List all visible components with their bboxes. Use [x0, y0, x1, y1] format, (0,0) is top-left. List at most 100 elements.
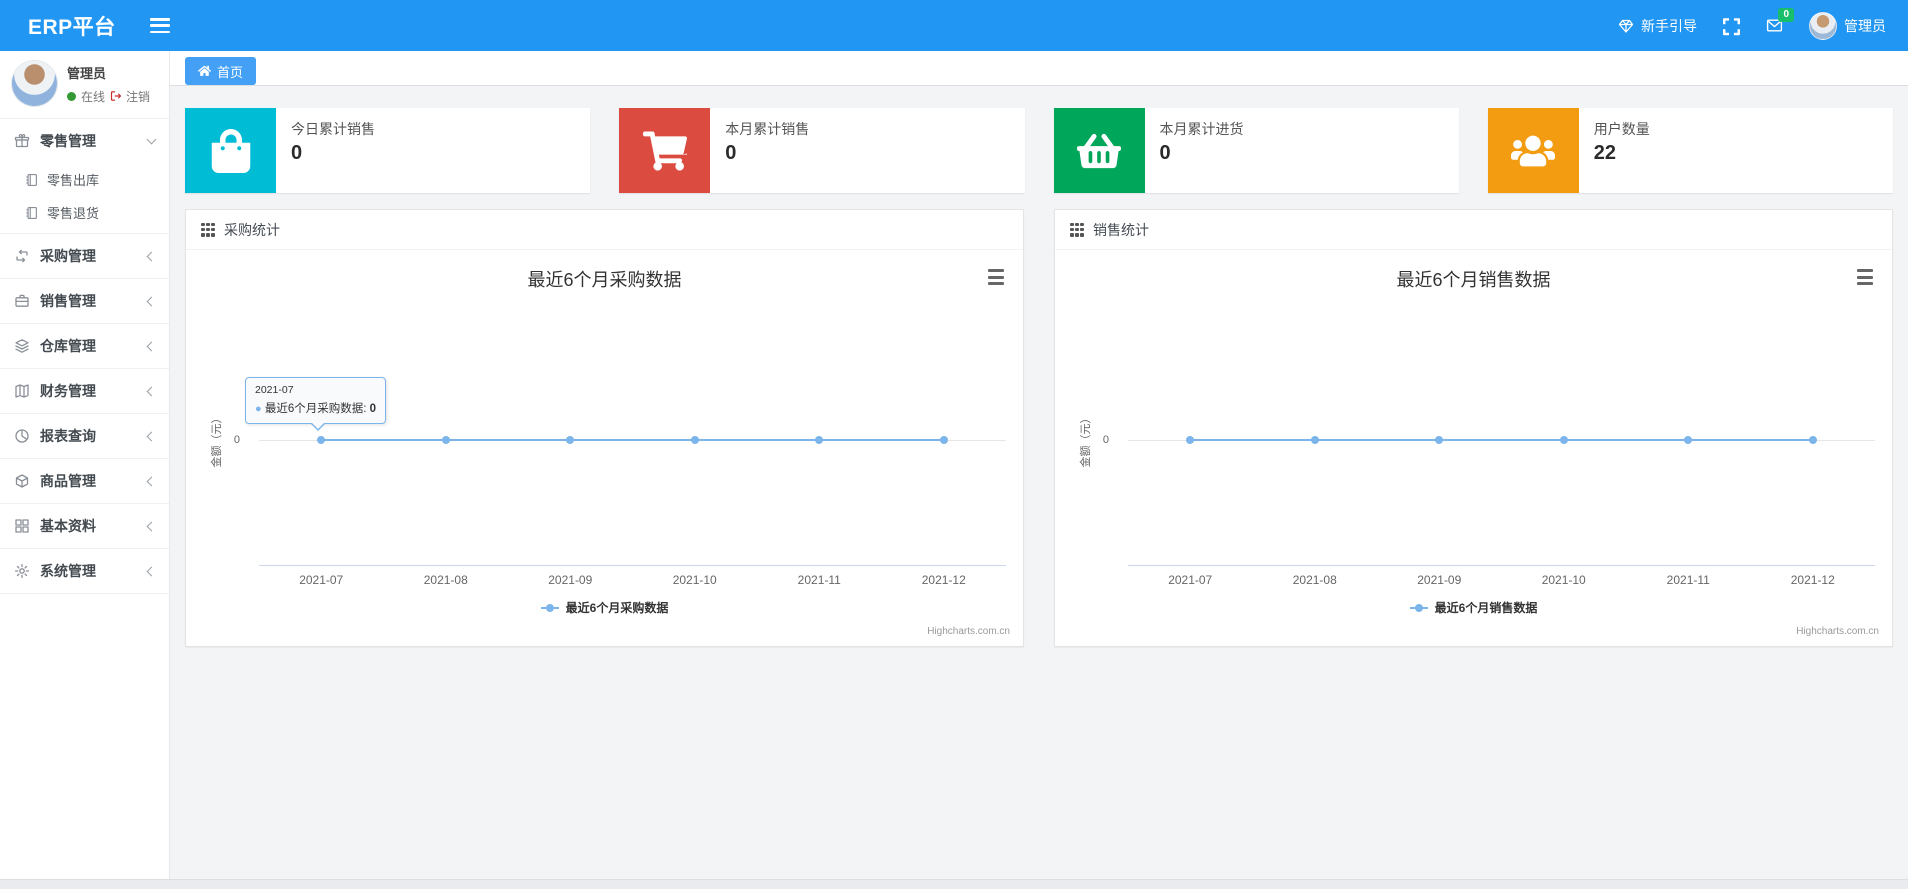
data-point[interactable]: [566, 436, 575, 444]
data-point[interactable]: [1435, 436, 1444, 444]
panel-title: 采购统计: [224, 221, 280, 238]
guide-button[interactable]: 新手引导: [1618, 16, 1697, 36]
chevron-left-icon: [146, 386, 157, 396]
highcharts-credits-link[interactable]: Highcharts.com.cn: [927, 626, 1010, 637]
journal-icon: [25, 173, 39, 187]
chart-panels-row: 采购统计 最近6个月采购数据 金额（元） 0 2021-07 2021-08 2…: [185, 209, 1893, 647]
logout-button[interactable]: 注销: [110, 88, 150, 105]
hamburger-icon[interactable]: [149, 18, 170, 33]
purchase-chart: 最近6个月采购数据 金额（元） 0 2021-07 2021-08 2021-0…: [186, 250, 1023, 646]
series-line: [1190, 439, 1813, 441]
sidebar-item-retail[interactable]: 零售管理: [0, 119, 169, 163]
sidebar-item-label: 仓库管理: [40, 338, 96, 354]
data-point[interactable]: [939, 436, 948, 444]
legend-item[interactable]: 最近6个月采购数据: [186, 599, 1023, 616]
legend-item[interactable]: 最近6个月销售数据: [1055, 599, 1892, 616]
chevron-left-icon: [146, 566, 157, 576]
chevron-left-icon: [146, 341, 157, 351]
stat-cards-row: 今日累计销售 0 本月累计销售 0 本月累计进货 0 用户数量 22: [185, 108, 1893, 193]
sidebar-item-finance[interactable]: 财务管理: [0, 369, 169, 413]
chevron-left-icon: [146, 521, 157, 531]
bag-icon: [185, 108, 276, 193]
data-point[interactable]: [815, 436, 824, 444]
series-dot-icon: ●: [255, 403, 262, 415]
x-axis-label: 2021-10: [1541, 573, 1586, 587]
sidebar-item-label: 基本资料: [40, 518, 96, 534]
box-icon: [14, 473, 30, 489]
main-area: 首页 今日累计销售 0 本月累计销售 0 本月累计进货 0 用户数量 22 采购…: [170, 51, 1908, 879]
th-grid-icon: [201, 222, 215, 237]
stat-card-value: 0: [1159, 142, 1171, 164]
stat-card-today-sales: 今日累计销售 0: [185, 108, 591, 193]
sidebar-item-purchase[interactable]: 采购管理: [0, 234, 169, 278]
stat-card-value: 0: [291, 142, 303, 164]
data-point[interactable]: [1559, 436, 1568, 444]
journal-icon: [25, 206, 39, 220]
mail-button[interactable]: 0: [1766, 8, 1794, 34]
data-point[interactable]: [1684, 436, 1693, 444]
tab-home-label: 首页: [217, 64, 244, 80]
purchase-stats-panel: 采购统计 最近6个月采购数据 金额（元） 0 2021-07 2021-08 2…: [185, 209, 1024, 647]
chevron-left-icon: [146, 431, 157, 441]
chevron-left-icon: [146, 296, 157, 306]
data-point[interactable]: [1310, 436, 1319, 444]
data-point[interactable]: [317, 436, 326, 444]
users-icon: [1487, 108, 1579, 193]
stat-card-month-purchase: 本月累计进货 0: [1053, 108, 1459, 193]
gear-icon: [14, 563, 30, 579]
x-axis-label: 2021-12: [921, 573, 966, 587]
data-point[interactable]: [1808, 436, 1817, 444]
x-axis-line: [1128, 565, 1875, 566]
briefcase-icon: [14, 293, 30, 309]
fullscreen-button[interactable]: [1723, 17, 1740, 36]
sidebar-item-goods[interactable]: 商品管理: [0, 459, 169, 503]
sidebar-item-retail-outbound[interactable]: 零售出库: [0, 163, 169, 196]
x-axis-label: 2021-11: [1666, 573, 1710, 587]
sidebar-item-retail-return[interactable]: 零售退货: [0, 196, 169, 229]
data-point[interactable]: [1186, 436, 1195, 444]
sidebar-item-reports[interactable]: 报表查询: [0, 414, 169, 458]
gift-icon: [14, 133, 30, 149]
avatar: [1809, 11, 1837, 40]
user-menu[interactable]: 管理员: [1809, 11, 1886, 40]
sidebar-item-label: 财务管理: [40, 383, 96, 399]
th-grid-icon: [1070, 222, 1084, 237]
sidebar-item-warehouse[interactable]: 仓库管理: [0, 324, 169, 368]
home-icon: [197, 65, 211, 78]
sidebar-item-basic-data[interactable]: 基本资料: [0, 504, 169, 548]
sidebar-item-label: 商品管理: [40, 473, 96, 489]
gem-icon: [1618, 18, 1634, 34]
legend-label: 最近6个月采购数据: [565, 601, 669, 615]
sidebar-item-system[interactable]: 系统管理: [0, 549, 169, 593]
top-header: ERP平台 新手引导 0 管理员: [0, 0, 1908, 51]
sidebar-item-label: 系统管理: [40, 563, 96, 579]
sidebar-item-label: 零售管理: [40, 133, 96, 149]
x-axis-line: [259, 565, 1006, 566]
stat-card-month-sales: 本月累计销售 0: [619, 108, 1025, 193]
legend-marker-icon: [1409, 603, 1428, 612]
grid-icon: [14, 518, 30, 534]
tab-home[interactable]: 首页: [185, 57, 257, 85]
tooltip-header: 2021-07: [255, 384, 294, 396]
logout-label: 注销: [126, 89, 151, 104]
stat-card-label: 本月累计进货: [1159, 121, 1244, 137]
x-axis-label: 2021-09: [548, 573, 593, 587]
basket-icon: [1053, 108, 1145, 193]
x-axis-label: 2021-08: [1292, 573, 1337, 587]
data-point[interactable]: [441, 436, 450, 444]
sidebar-user-panel: 管理员 在线 注销: [0, 51, 169, 119]
bottom-scrollbar-strip[interactable]: [0, 879, 1908, 889]
stat-card-label: 今日累计销售: [291, 121, 375, 137]
mail-badge: 0: [1778, 8, 1794, 22]
data-point[interactable]: [690, 436, 699, 444]
stat-card-label: 本月累计销售: [725, 121, 810, 137]
x-axis-label: 2021-07: [299, 573, 344, 587]
sidebar-item-sales[interactable]: 销售管理: [0, 279, 169, 323]
highcharts-credits-link[interactable]: Highcharts.com.cn: [1796, 626, 1879, 637]
sidebar-item-label: 采购管理: [40, 248, 96, 264]
y-axis-tick: 0: [1102, 434, 1109, 446]
stat-card-value: 22: [1593, 142, 1616, 164]
plot-area: 2021-07 2021-08 2021-09 2021-10 2021-11 …: [1128, 250, 1875, 590]
avatar: [12, 61, 57, 106]
online-dot-icon: [67, 91, 76, 101]
